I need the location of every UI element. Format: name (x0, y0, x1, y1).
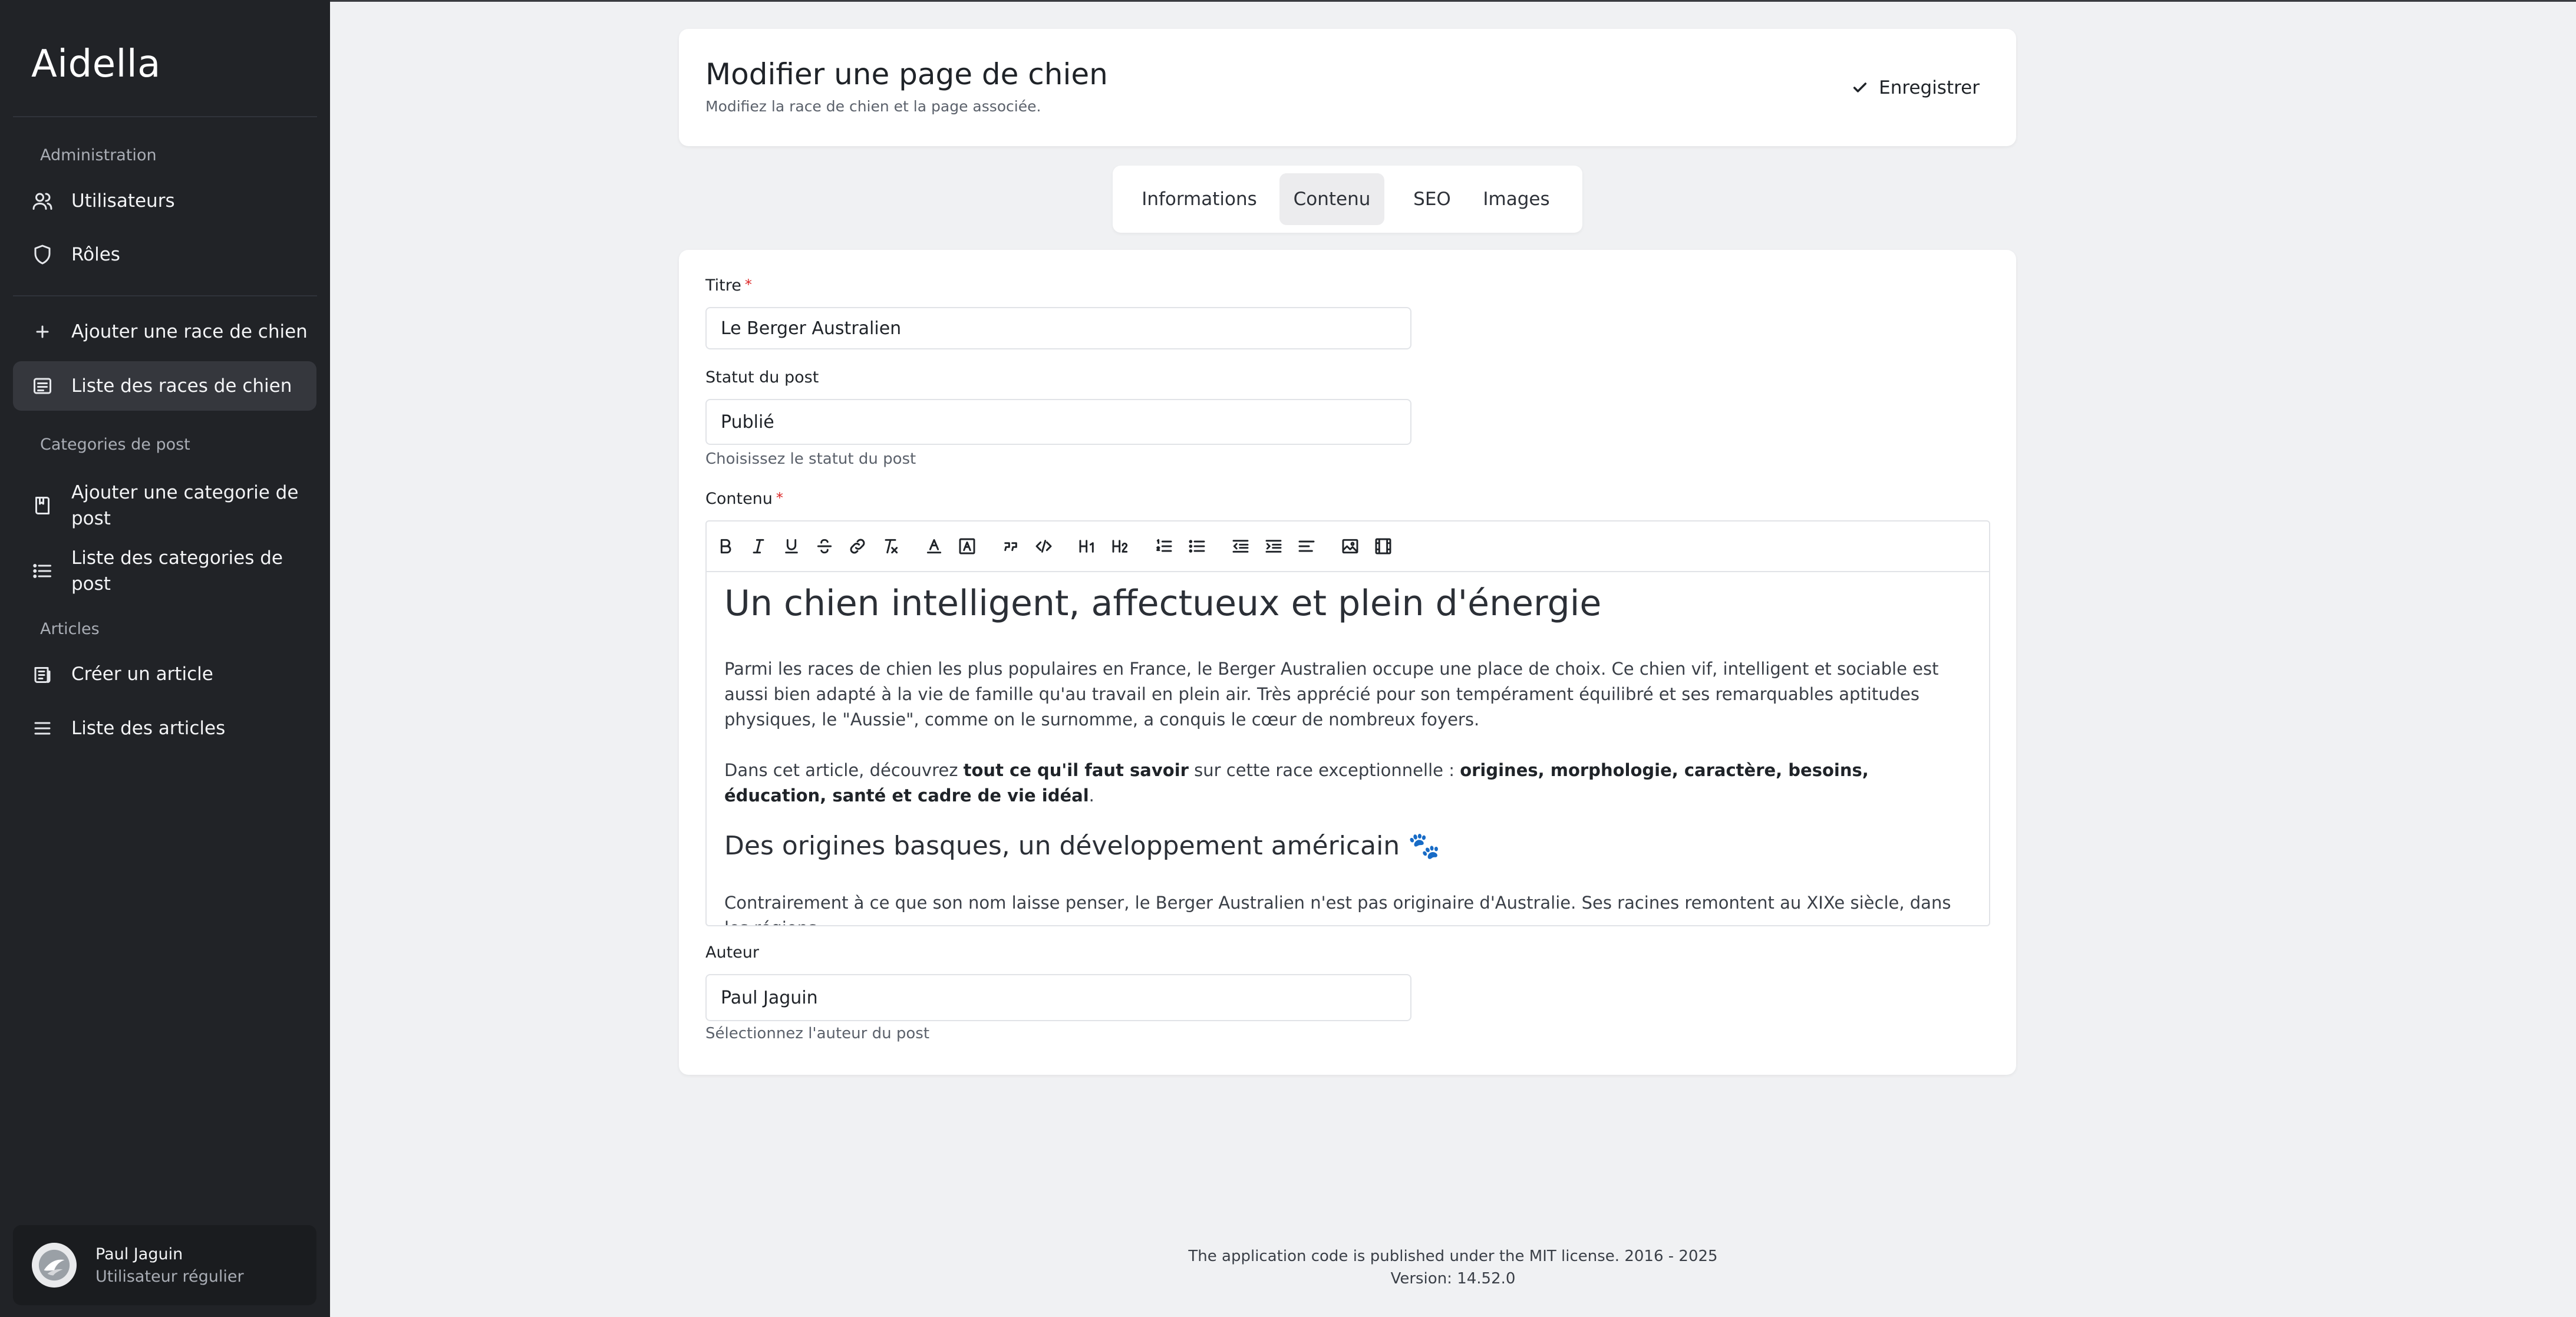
sidebar-item-create-article[interactable]: Créer un article (13, 649, 316, 699)
ordered-list-icon[interactable] (1152, 534, 1176, 558)
sidebar-item-list-categories[interactable]: Liste des categories de post (13, 546, 316, 596)
underline-icon[interactable] (780, 534, 803, 558)
list-icon (31, 559, 54, 583)
top-border (330, 0, 2576, 2)
check-icon (1853, 82, 1867, 93)
avatar (32, 1243, 77, 1288)
tab-seo[interactable]: SEO (1403, 173, 1461, 225)
editor-content[interactable]: Un chien intelligent, affectueux et plei… (724, 571, 1962, 925)
required-mark: * (776, 490, 783, 506)
page-subtitle: Modifiez la race de chien et la page ass… (705, 98, 1041, 115)
section-title-administration: Administration (40, 146, 157, 164)
sidebar-item-label: Utilisateurs (71, 190, 175, 212)
bold-icon[interactable] (714, 534, 737, 558)
bullet-list-icon[interactable] (1185, 534, 1209, 558)
users-icon (31, 189, 54, 213)
form-card: Titre * Le Berger Australien Statut du po… (679, 250, 2016, 1075)
content-paragraph: Dans cet article, découvrez tout ce qu'i… (724, 760, 1869, 806)
page-title: Modifier une page de chien (705, 57, 1108, 91)
strikethrough-icon[interactable] (813, 534, 836, 558)
sidebar-item-label: Liste des categories de post (71, 547, 283, 595)
sidebar-item-list-articles[interactable]: Liste des articles (13, 704, 316, 753)
divider (13, 295, 317, 296)
tab-images[interactable]: Images (1478, 173, 1555, 225)
clear-format-icon[interactable] (879, 534, 902, 558)
align-left-icon[interactable] (1295, 534, 1318, 558)
status-select[interactable]: Publié (705, 399, 1411, 445)
tab-bar: Informations Contenu SEO Images (1113, 166, 1582, 233)
newspaper-icon (31, 662, 54, 686)
sidebar-item-label: Créer un article (71, 664, 213, 685)
image-icon[interactable] (1338, 534, 1362, 558)
app-brand[interactable]: Aidella (31, 42, 161, 86)
content-heading-1: Un chien intelligent, affectueux et plei… (724, 583, 1602, 624)
content-heading-2: Des origines basques, un développement a… (724, 831, 1440, 861)
sidebar-item-add-breed[interactable]: Ajouter une race de chien (13, 307, 316, 357)
code-icon[interactable] (1032, 534, 1056, 558)
sidebar: Aidella Administration Utilisateurs Rôle… (0, 0, 330, 1317)
divider (13, 116, 317, 117)
sidebar-item-roles[interactable]: Rôles (13, 230, 316, 279)
outdent-icon[interactable] (1229, 534, 1252, 558)
content-paragraph: Contrairement à ce que son nom laisse pe… (724, 893, 1951, 925)
required-mark: * (744, 276, 752, 293)
user-name: Paul Jaguin (95, 1245, 183, 1263)
text-color-icon[interactable] (922, 534, 946, 558)
heading-2-icon[interactable] (1109, 534, 1132, 558)
blockquote-icon[interactable] (999, 534, 1023, 558)
video-icon[interactable] (1371, 534, 1395, 558)
user-profile-card[interactable]: Paul Jaguin Utilisateur régulier (13, 1225, 316, 1305)
section-title-categories: Categories de post (40, 435, 190, 454)
sidebar-item-list-breeds[interactable]: Liste des races de chien (13, 361, 316, 411)
editor-toolbar (707, 521, 1989, 572)
content-paragraph: Parmi les races de chien les plus popula… (724, 659, 1939, 730)
sidebar-item-label: Liste des races de chien (71, 375, 292, 397)
author-select[interactable]: Paul Jaguin (705, 974, 1411, 1021)
footer-version: Version: 14.52.0 (1390, 1270, 1516, 1288)
author-help: Sélectionnez l'auteur du post (705, 1025, 930, 1042)
status-help: Choisissez le statut du post (705, 450, 916, 468)
sidebar-item-label: Ajouter une race de chien (71, 321, 308, 342)
italic-icon[interactable] (747, 534, 770, 558)
title-input[interactable]: Le Berger Australien (705, 307, 1411, 349)
save-button[interactable]: Enregistrer (1852, 73, 1980, 103)
sidebar-item-label: Liste des articles (71, 718, 226, 739)
tab-informations[interactable]: Informations (1137, 173, 1262, 225)
shield-icon (31, 243, 54, 266)
author-label: Auteur (705, 943, 759, 962)
content-label: Contenu * (705, 490, 783, 508)
section-title-articles: Articles (40, 620, 100, 638)
sidebar-item-label: Ajouter une categorie de post (71, 481, 299, 529)
bookmark-book-icon (31, 494, 54, 517)
tab-contenu[interactable]: Contenu (1279, 173, 1384, 225)
menu-lines-icon (31, 717, 54, 740)
link-icon[interactable] (846, 534, 869, 558)
user-role: Utilisateur régulier (95, 1268, 244, 1286)
title-label: Titre * (705, 276, 752, 295)
heading-1-icon[interactable] (1076, 534, 1099, 558)
indent-icon[interactable] (1262, 534, 1285, 558)
plus-icon (31, 320, 54, 344)
list-box-icon (31, 374, 54, 398)
sidebar-item-users[interactable]: Utilisateurs (13, 176, 316, 226)
save-button-label: Enregistrer (1879, 77, 1980, 98)
sidebar-item-add-category[interactable]: Ajouter une categorie de post (13, 474, 316, 536)
status-label: Statut du post (705, 368, 819, 387)
rich-text-editor[interactable]: Un chien intelligent, affectueux et plei… (705, 520, 1990, 926)
background-color-icon[interactable] (955, 534, 979, 558)
avatar-logo-icon (38, 1249, 70, 1281)
page-header: Modifier une page de chien Modifiez la r… (679, 29, 2016, 146)
sidebar-item-label: Rôles (71, 244, 120, 265)
footer-license: The application code is published under … (1188, 1247, 1718, 1265)
